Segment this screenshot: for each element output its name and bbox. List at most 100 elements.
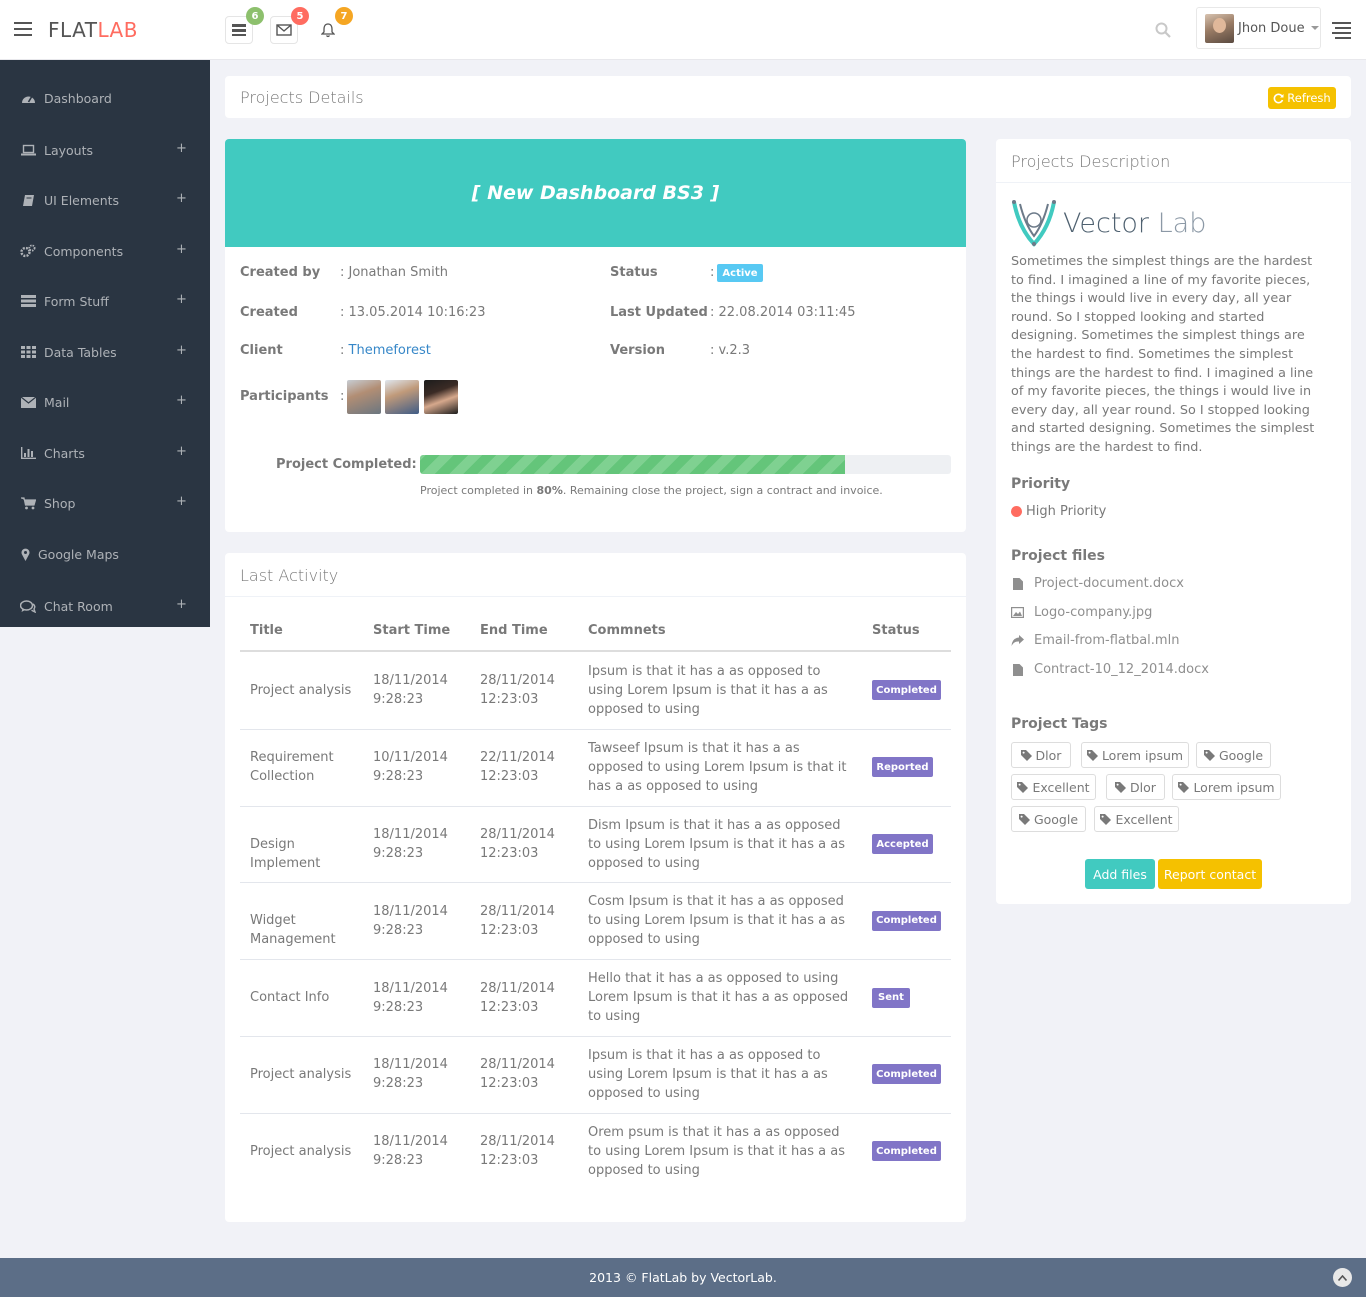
expand-plus-icon: + [176,494,187,509]
row-title: Design Implement [250,836,321,871]
map-marker-icon [20,547,30,561]
tag-item[interactable]: Excellent [1011,774,1096,800]
row-divider [240,728,951,730]
logo-flat-text: FLAT [48,18,98,42]
inbox-notification-button[interactable]: 5 [270,7,309,44]
row-end-time: 28/11/2014 12:23:03 [480,1134,555,1169]
tag-item[interactable]: Lorem ipsum [1172,774,1281,800]
logo[interactable]: FLATLAB [48,18,138,42]
tag-item[interactable]: Lorem ipsum [1081,742,1189,768]
right-sidebar-toggle-icon[interactable] [1332,22,1351,42]
tag-item[interactable]: Google [1196,742,1271,768]
row-start-time: 18/11/2014 9:28:23 [373,903,448,938]
sidebar-item-layouts[interactable]: Layouts + [0,136,210,164]
row-comment: Tawseef Ipsum is that it has a as oppose… [588,740,847,794]
footer-text: 2013 © FlatLab by VectorLab. [589,1270,777,1285]
sidebar-item-mail[interactable]: Mail + [0,388,210,416]
project-banner: [ New Dashboard BS3 ] [225,139,966,247]
row-title: Project analysis [250,682,352,698]
participant-avatar[interactable] [424,380,458,414]
row-comment: Ipsum is that it has a as opposed to usi… [588,663,828,717]
search-icon[interactable] [1155,22,1171,38]
client-label: Client [240,343,283,358]
participants-colon: : [340,389,345,404]
last-updated-label: Last Updated [610,305,708,320]
row-comment: Cosm Ipsum is that it has a as opposed t… [588,894,845,948]
report-contact-button[interactable]: Report contact [1158,859,1262,889]
progress-text: Project completed in 80%. Remaining clos… [420,484,883,497]
sidebar-item-chat-room[interactable]: Chat Room + [0,592,210,620]
row-title: Project analysis [250,1066,352,1082]
status-badge: Completed [872,680,941,701]
sidebar-item-components[interactable]: Components + [0,237,210,265]
participant-avatar[interactable] [385,380,419,414]
alerts-notification-button[interactable]: 7 [314,7,353,44]
user-dropdown[interactable]: Jhon Doue [1196,7,1321,49]
tasks-notification-button[interactable]: 6 [225,7,264,44]
row-title: Widget Management [250,913,336,948]
tag-item[interactable]: Dlor [1106,774,1165,800]
priority-dot-icon [1011,506,1022,517]
column-header-end-time: End Time [480,623,548,638]
sidebar-toggle-icon[interactable] [14,22,32,36]
sidebar-item-dashboard[interactable]: Dashboard [0,84,210,112]
tag-item[interactable]: Google [1011,806,1086,832]
progress-text-prefix: Project completed in [420,484,537,497]
status-colon: : [710,265,715,280]
tag-label: Google [1218,747,1264,763]
sidebar-item-label: Layouts [44,142,94,158]
tag-item[interactable]: Dlor [1011,742,1071,768]
priority-value: High Priority [1026,504,1107,519]
row-start-time: 18/11/2014 9:28:23 [373,1057,448,1092]
sidebar-item-form-stuff[interactable]: Form Stuff + [0,287,210,315]
shopping-cart-icon [20,496,36,510]
column-header-start-time: Start Time [373,623,451,638]
created-by-label: Created by [240,265,321,280]
file-item[interactable]: Email-from-flatbal.mln [1011,633,1179,648]
participant-avatar[interactable] [347,380,381,414]
sidebar: Dashboard Layouts + UI Elements + Compon… [0,60,210,627]
share-icon [1011,635,1024,646]
row-end-time: 28/11/2014 12:23:03 [480,1057,555,1092]
tag-item[interactable]: Excellent [1094,806,1179,832]
expand-plus-icon: + [176,292,187,307]
sidebar-item-data-tables[interactable]: Data Tables + [0,338,210,366]
created-by-value: : Jonathan Smith [340,265,449,280]
file-item[interactable]: Contract-10_12_2014.docx [1011,662,1209,677]
file-item[interactable]: Project-document.docx [1011,576,1184,591]
sidebar-item-google-maps[interactable]: Google Maps [0,540,210,568]
priority-indicator: High Priority [1011,504,1106,519]
client-link[interactable]: Themeforest [349,343,431,358]
sidebar-item-charts[interactable]: Charts + [0,439,210,467]
divider [996,182,1351,183]
go-top-button[interactable] [1333,1268,1352,1287]
user-name: Jhon Doue [1238,20,1305,36]
status-badge: Sent [872,987,910,1008]
sidebar-item-label: Shop [44,495,76,511]
tasks-icon [20,294,36,308]
expand-plus-icon: + [176,191,187,206]
row-divider [240,1112,951,1114]
tag-icon [1203,749,1215,761]
last-activity-title: Last Activity [240,566,339,585]
row-divider [240,805,951,807]
book-icon [20,193,36,207]
expand-plus-icon: + [176,242,187,257]
progress-fill [420,455,845,474]
sidebar-item-ui-elements[interactable]: UI Elements + [0,186,210,214]
refresh-button[interactable]: Refresh [1268,87,1336,109]
row-end-time: 28/11/2014 12:23:03 [480,673,555,708]
dashboard-icon [20,91,36,105]
alerts-count-badge: 7 [335,7,353,25]
status-badge: Completed [872,1141,941,1162]
row-start-time: 18/11/2014 9:28:23 [373,827,448,861]
tag-label: Lorem ipsum [1193,779,1275,795]
sidebar-item-shop[interactable]: Shop + [0,489,210,517]
row-divider [240,1036,951,1037]
add-files-button[interactable]: Add files [1085,859,1155,889]
file-item[interactable]: Logo-company.jpg [1011,605,1152,620]
progress-text-suffix: . Remaining close the project, sign a co… [562,484,883,497]
tag-label: Excellent [1032,779,1090,795]
comments-icon [20,599,36,613]
column-header-status: Status [872,623,920,638]
